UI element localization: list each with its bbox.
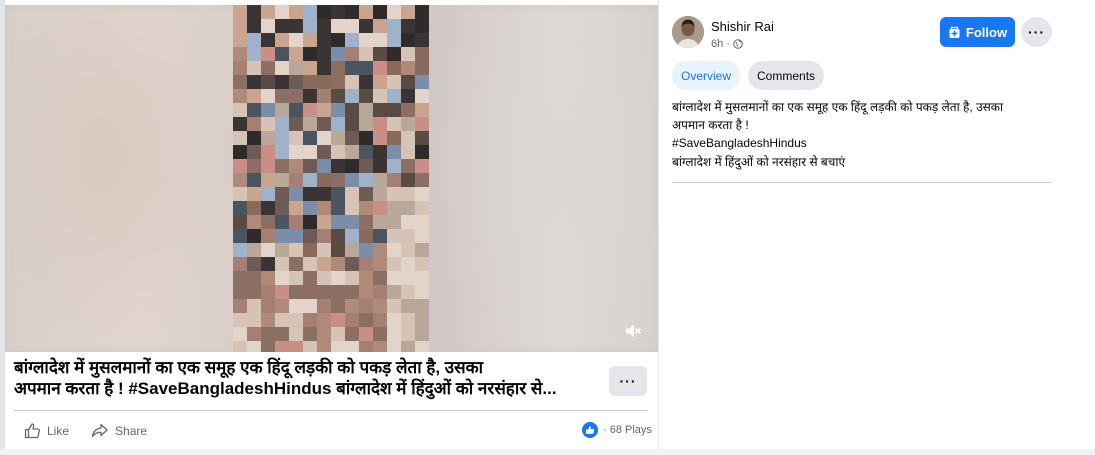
caption-line-1: बांग्लादेश में मुसलमानों का एक समूह एक ह… bbox=[14, 358, 484, 377]
bottom-bar bbox=[0, 449, 1095, 455]
post-time: 6h · bbox=[711, 38, 743, 50]
divider bbox=[14, 410, 648, 411]
description-line-2: अपमान करता है ! bbox=[672, 118, 749, 132]
follow-button[interactable]: Follow bbox=[940, 17, 1015, 47]
time-label: 6h · bbox=[711, 38, 730, 50]
speaker-muted-icon[interactable] bbox=[624, 322, 642, 340]
follow-label: Follow bbox=[965, 24, 1008, 40]
follow-page-icon bbox=[949, 26, 960, 38]
post-description: बांग्लादेश में मुसलमानों का एक समूह एक ह… bbox=[672, 99, 1052, 172]
description-line-3: बांग्लादेश में हिंदुओं को नरसंहार से बचा… bbox=[672, 155, 846, 169]
panel-tabs: Overview Comments bbox=[672, 61, 825, 90]
thumbs-up-icon bbox=[24, 423, 40, 439]
post-caption: बांग्लादेश में मुसलमानों का एक समूह एक ह… bbox=[14, 357, 584, 399]
plays-label: · 68 Plays bbox=[603, 424, 652, 436]
like-reaction-icon bbox=[582, 422, 598, 438]
video-post-view: बांग्लादेश में मुसलमानों का एक समूह एक ह… bbox=[0, 0, 1095, 455]
share-label: Share bbox=[115, 423, 148, 438]
description-line-1: बांग्लादेश में मुसलमानों का एक समूह एक ह… bbox=[672, 100, 1004, 114]
share-button[interactable]: Share bbox=[91, 422, 147, 439]
author-name[interactable]: Shishir Rai bbox=[711, 19, 774, 34]
panel-more-button[interactable]: ··· bbox=[1021, 17, 1052, 47]
tab-overview[interactable]: Overview bbox=[672, 61, 741, 90]
like-button[interactable]: Like bbox=[24, 422, 69, 439]
panel-divider bbox=[672, 182, 1052, 183]
post-actions: Like Share bbox=[24, 422, 147, 439]
post-more-button[interactable]: ··· bbox=[609, 366, 647, 396]
video-player[interactable] bbox=[5, 5, 658, 352]
like-label: Like bbox=[47, 423, 70, 438]
globe-icon bbox=[733, 39, 743, 49]
play-count: · 68 Plays bbox=[582, 422, 652, 438]
panel-separator bbox=[658, 0, 659, 455]
pixelated-content bbox=[233, 5, 429, 352]
caption-line-2: अपमान करता है ! #SaveBangladeshHindus बा… bbox=[14, 379, 557, 398]
share-arrow-icon bbox=[91, 423, 108, 438]
hashtag-link[interactable]: #SaveBangladeshHindus bbox=[672, 135, 1052, 151]
avatar[interactable] bbox=[672, 16, 704, 48]
video-frame-pixelated bbox=[233, 5, 429, 352]
tab-comments[interactable]: Comments bbox=[748, 61, 825, 90]
